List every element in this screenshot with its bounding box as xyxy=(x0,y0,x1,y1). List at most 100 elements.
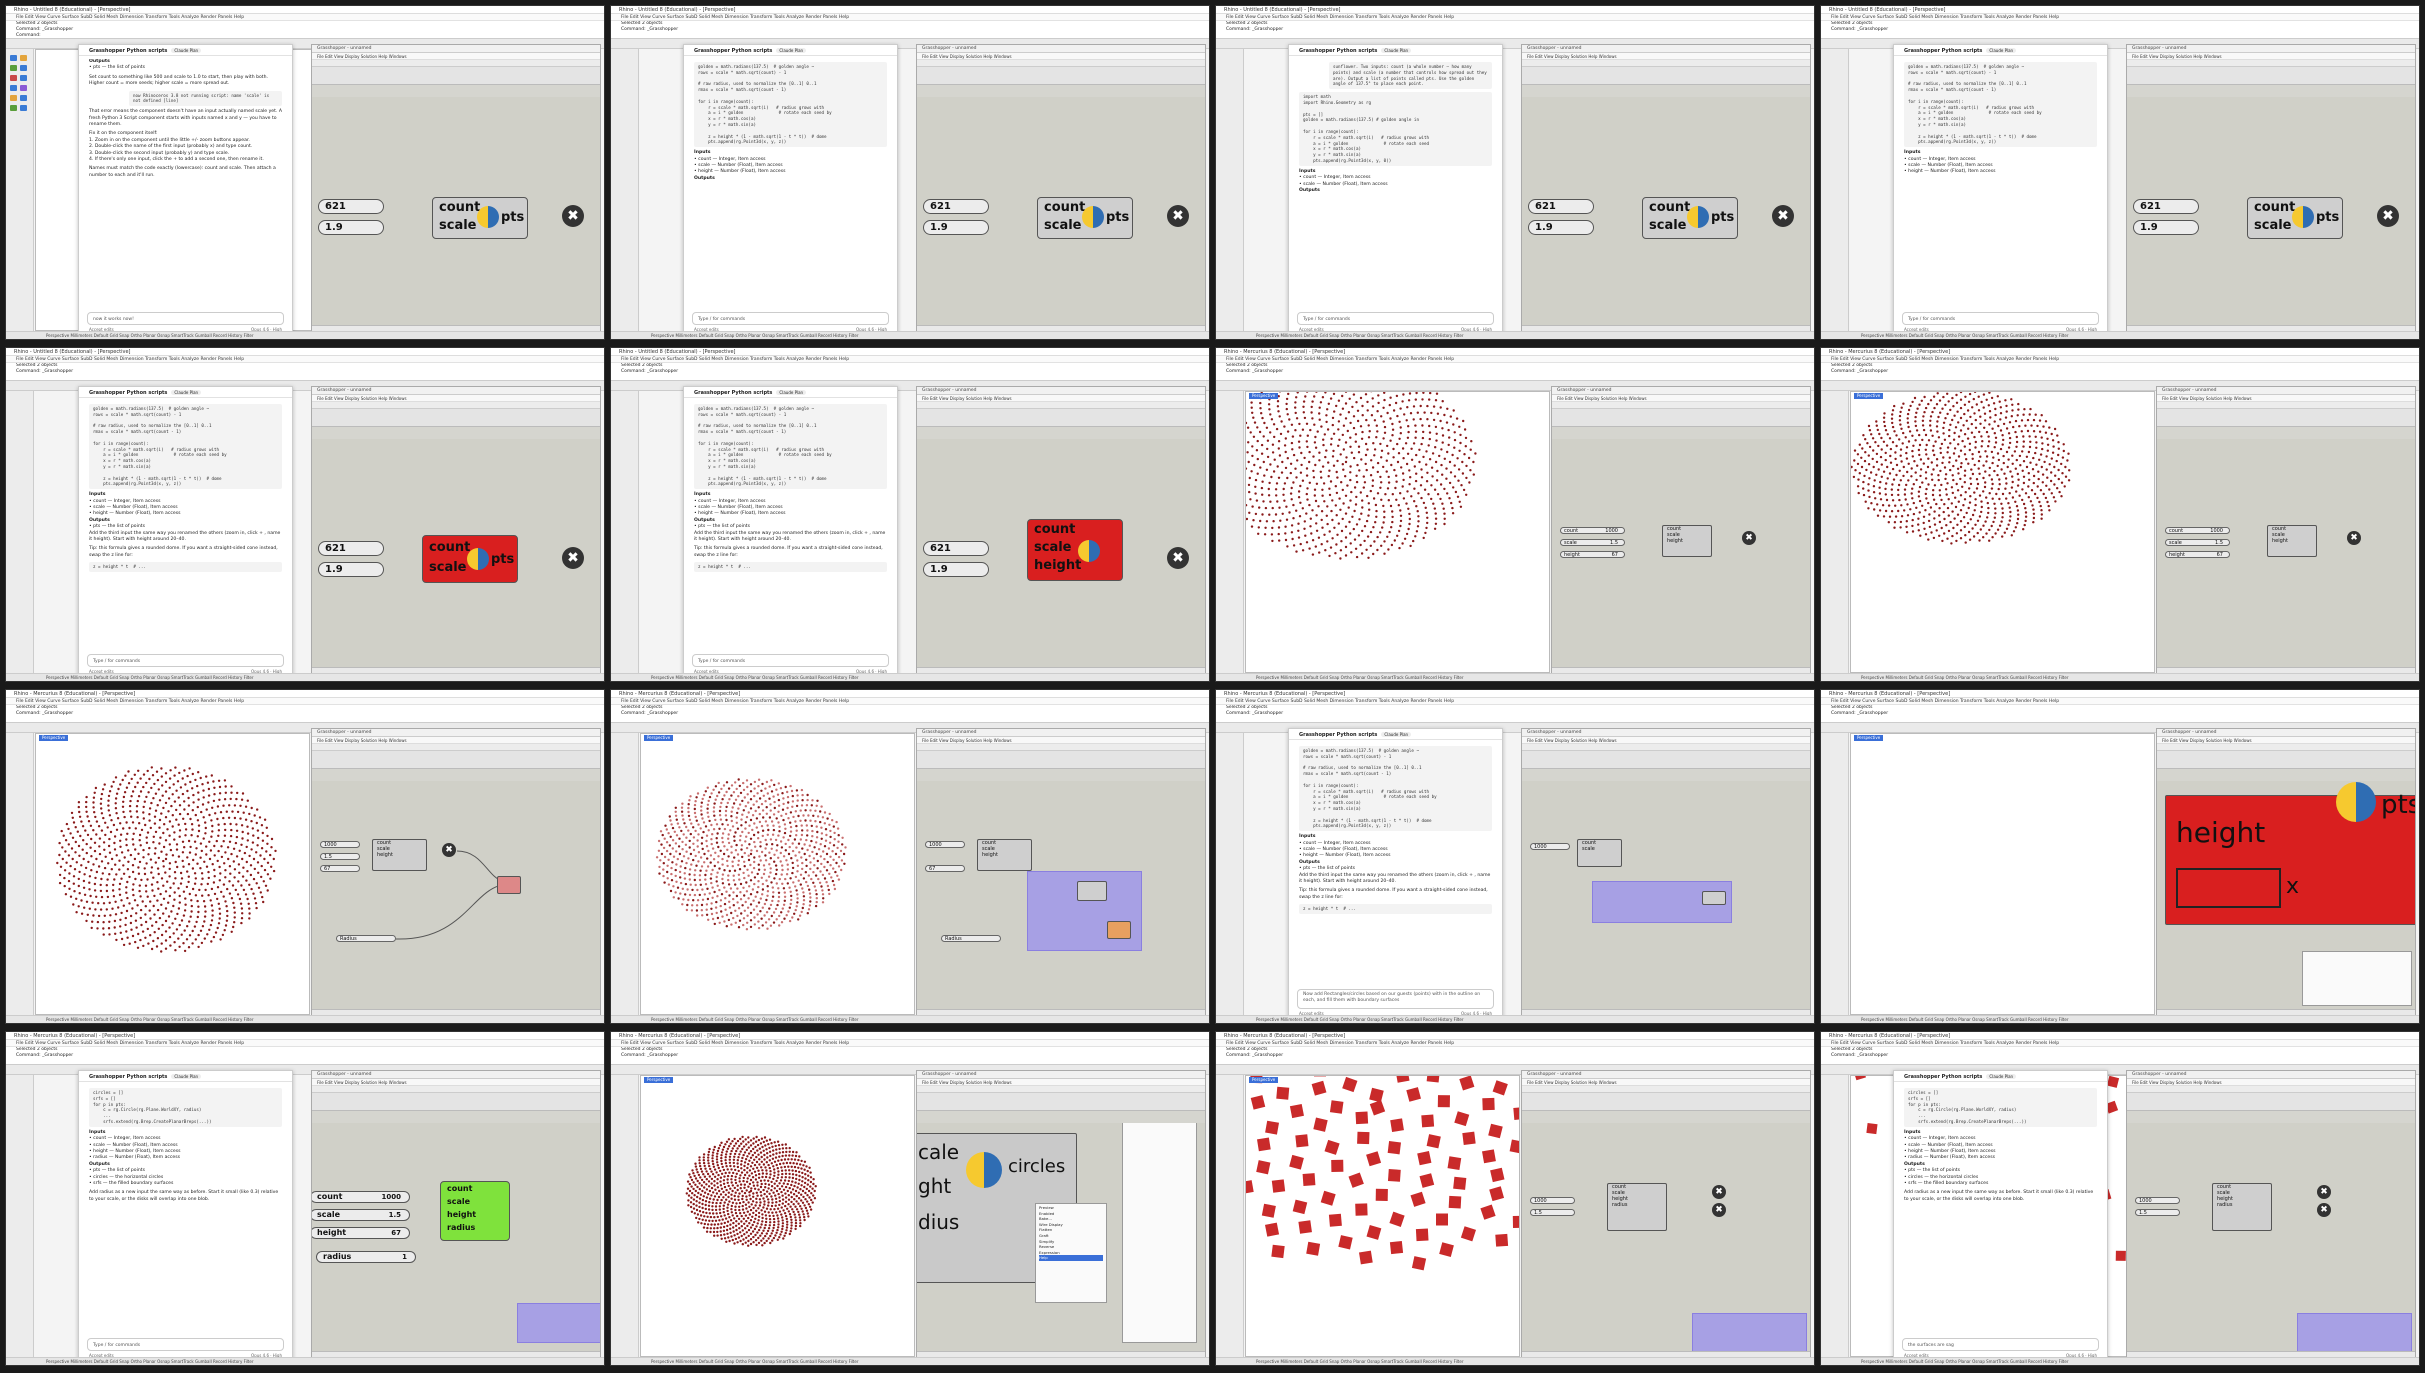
count-slider[interactable]: count 1000 xyxy=(312,1191,410,1203)
frame-16: Rhino - Mercurius 8 (Educational) - [Per… xyxy=(1820,1031,2420,1366)
x-component-icon[interactable]: ✖ xyxy=(562,205,584,227)
claude-chat-panel: Grasshopper Python scripts Claude Plan go… xyxy=(683,386,898,678)
python-icon xyxy=(1687,206,1709,228)
python-script-node[interactable]: count scale height xyxy=(2267,525,2317,557)
x-component-icon[interactable]: ✖ xyxy=(2317,1203,2331,1217)
count-slider[interactable]: 1000 xyxy=(1530,1197,1575,1204)
count-slider[interactable]: count 1000 xyxy=(2165,527,2230,534)
x-component-icon[interactable]: ✖ xyxy=(2317,1185,2331,1199)
frame-6: Rhino - Untitled 8 (Educational) - [Pers… xyxy=(610,347,1210,682)
count-slider[interactable]: 621 xyxy=(1528,199,1594,214)
x-component-icon[interactable]: ✖ xyxy=(1712,1185,1726,1199)
boundary-surface-component[interactable] xyxy=(1702,891,1726,905)
claude-chat-panel: Grasshopper Python scripts Claude Plan ci… xyxy=(1893,1070,2108,1362)
python-script-node[interactable]: count scale height radius xyxy=(1607,1183,1667,1231)
frame-4: Rhino - Untitled 8 (Educational) - [Pers… xyxy=(1820,5,2420,340)
x-component-icon[interactable]: ✖ xyxy=(1167,205,1189,227)
height-slider[interactable]: height 67 xyxy=(312,1227,410,1239)
python-icon xyxy=(1078,540,1100,562)
x-component-icon[interactable]: ✖ xyxy=(1167,547,1189,569)
python-script-node[interactable]: count scale pts xyxy=(1037,197,1133,239)
chat-transcript: Outputs • pts — the list of points Set c… xyxy=(89,59,282,178)
count-slider[interactable]: 1000 xyxy=(1530,843,1570,850)
height-slider[interactable]: height 67 xyxy=(1560,551,1625,558)
x-component-icon[interactable]: ✖ xyxy=(2377,205,2399,227)
count-slider[interactable]: 621 xyxy=(923,541,989,556)
x-component-icon[interactable]: ✖ xyxy=(2347,531,2361,545)
count-slider[interactable]: count 1000 xyxy=(1560,527,1625,534)
claude-chat-panel: Grasshopper Python scripts Claude Plan Ou… xyxy=(78,44,293,336)
component-context-menu[interactable]: Preview Enabled Bake... Wire Display Flatten… xyxy=(1035,1203,1107,1303)
grasshopper-window: Grasshopper - unnamed File Edit View Dis… xyxy=(1521,728,1811,1018)
scale-slider[interactable]: scale 1.5 xyxy=(312,1209,410,1221)
x-component-icon[interactable]: ✖ xyxy=(1712,1203,1726,1217)
count-slider[interactable]: 621 xyxy=(2133,199,2199,214)
rhino-viewport[interactable]: Perspective xyxy=(1850,733,2155,1015)
radius-slider[interactable]: radius 1 xyxy=(316,1251,416,1263)
grasshopper-window: Grasshopper - unnamed File Edit View Dis… xyxy=(2126,1070,2416,1360)
python-script-node[interactable]: count scale height xyxy=(1662,525,1712,557)
count-slider[interactable]: 1000 xyxy=(925,841,965,848)
scale-slider[interactable]: scale 1.5 xyxy=(1560,539,1625,546)
radius-slider[interactable]: Radius xyxy=(941,935,1001,942)
rhino-viewport[interactable]: Perspective xyxy=(1850,391,2155,673)
frame-14: Rhino - Mercurius 8 (Educational) - [Per… xyxy=(610,1031,1210,1366)
grasshopper-window: Grasshopper - unnamed File Edit View Dis… xyxy=(916,386,1206,676)
x-input-box[interactable] xyxy=(2176,868,2281,908)
gh-wires xyxy=(395,850,503,940)
gh-canvas[interactable]: 621 1.9 count scale pts ✖ xyxy=(312,97,600,325)
python-script-node[interactable]: count scale height xyxy=(977,839,1032,871)
circle-component[interactable] xyxy=(497,876,521,894)
height-slider[interactable]: height 67 xyxy=(2165,551,2230,558)
grasshopper-window: Grasshopper - unnamed File Edit View Dis… xyxy=(311,728,601,1018)
scale-slider[interactable]: 1.9 xyxy=(2133,220,2199,235)
count-slider[interactable]: 621 xyxy=(318,199,384,214)
circle-component[interactable] xyxy=(1077,881,1107,901)
python-script-node[interactable]: count scale pts xyxy=(432,197,528,239)
python-icon xyxy=(1082,206,1104,228)
x-component-icon[interactable]: ✖ xyxy=(1742,531,1756,545)
scale-slider[interactable]: 1.5 xyxy=(2135,1209,2180,1216)
python-script-node[interactable]: count scale xyxy=(1577,839,1622,867)
python-script-node[interactable]: count scale pts xyxy=(2247,197,2343,239)
left-toolbar[interactable] xyxy=(6,49,34,331)
python-script-node-zoomed[interactable]: height pts x xyxy=(2165,782,2415,925)
python-script-node[interactable]: count scale pts xyxy=(1642,197,1738,239)
python-script-node-error[interactable]: count scale pts xyxy=(422,535,518,583)
count-slider[interactable]: 1000 xyxy=(2135,1197,2180,1204)
scale-slider[interactable]: 1.5 xyxy=(1530,1209,1575,1216)
claude-chat-panel: Grasshopper Python scripts Claude Plan go… xyxy=(1288,728,1503,1020)
rhino-viewport[interactable]: Perspective xyxy=(1245,1075,1520,1357)
grasshopper-window: Grasshopper - unnamed File Edit View Dis… xyxy=(1521,1070,1811,1360)
x-component-icon[interactable]: ✖ xyxy=(1772,205,1794,227)
properties-panel[interactable] xyxy=(2302,951,2412,1006)
rhino-viewport[interactable]: Perspective xyxy=(640,733,915,1015)
scale-slider[interactable]: 1.9 xyxy=(318,562,384,577)
component-search-list[interactable] xyxy=(1122,1123,1197,1343)
grasshopper-window: Grasshopper - unnamed File Edit View Dis… xyxy=(916,728,1206,1018)
surface-disks xyxy=(1246,1076,1519,1271)
rhino-viewport[interactable]: Perspective xyxy=(35,733,310,1015)
grasshopper-window: Grasshopper - unnamed File Edit View Dis… xyxy=(1521,44,1811,334)
x-component-icon[interactable]: ✖ xyxy=(562,547,584,569)
rhino-viewport[interactable]: Perspective xyxy=(1245,391,1550,673)
scale-slider[interactable]: scale 1.5 xyxy=(2165,539,2230,546)
screenshot-grid: Rhino - Untitled 8 (Educational) - [Pers… xyxy=(0,0,2425,1373)
scale-slider[interactable]: 1.9 xyxy=(923,562,989,577)
height-slider[interactable]: 67 xyxy=(925,865,965,872)
scale-slider[interactable]: 1.9 xyxy=(923,220,989,235)
python-script-node-ok[interactable]: count scale height radius xyxy=(440,1181,510,1241)
boundary-surface-component[interactable] xyxy=(1107,921,1131,939)
count-slider[interactable]: 621 xyxy=(318,541,384,556)
scale-slider[interactable]: 1.9 xyxy=(318,220,384,235)
python-script-node-error[interactable]: count scale height xyxy=(1027,519,1123,581)
rhino-viewport[interactable]: Perspective xyxy=(640,1075,915,1357)
python-script-node[interactable]: count scale height radius xyxy=(2212,1183,2272,1231)
frame-7: Rhino - Mercurius 8 (Educational) - [Per… xyxy=(1215,347,1815,682)
grasshopper-window: Grasshopper - unnamed File Edit View Dis… xyxy=(916,1070,1206,1360)
rhino-menubar: File Edit View Curve Surface SubD Solid … xyxy=(6,14,604,21)
frame-5: Rhino - Untitled 8 (Educational) - [Pers… xyxy=(5,347,605,682)
chat-input[interactable]: now it works now! xyxy=(87,312,284,325)
count-slider[interactable]: 621 xyxy=(923,199,989,214)
scale-slider[interactable]: 1.9 xyxy=(1528,220,1594,235)
